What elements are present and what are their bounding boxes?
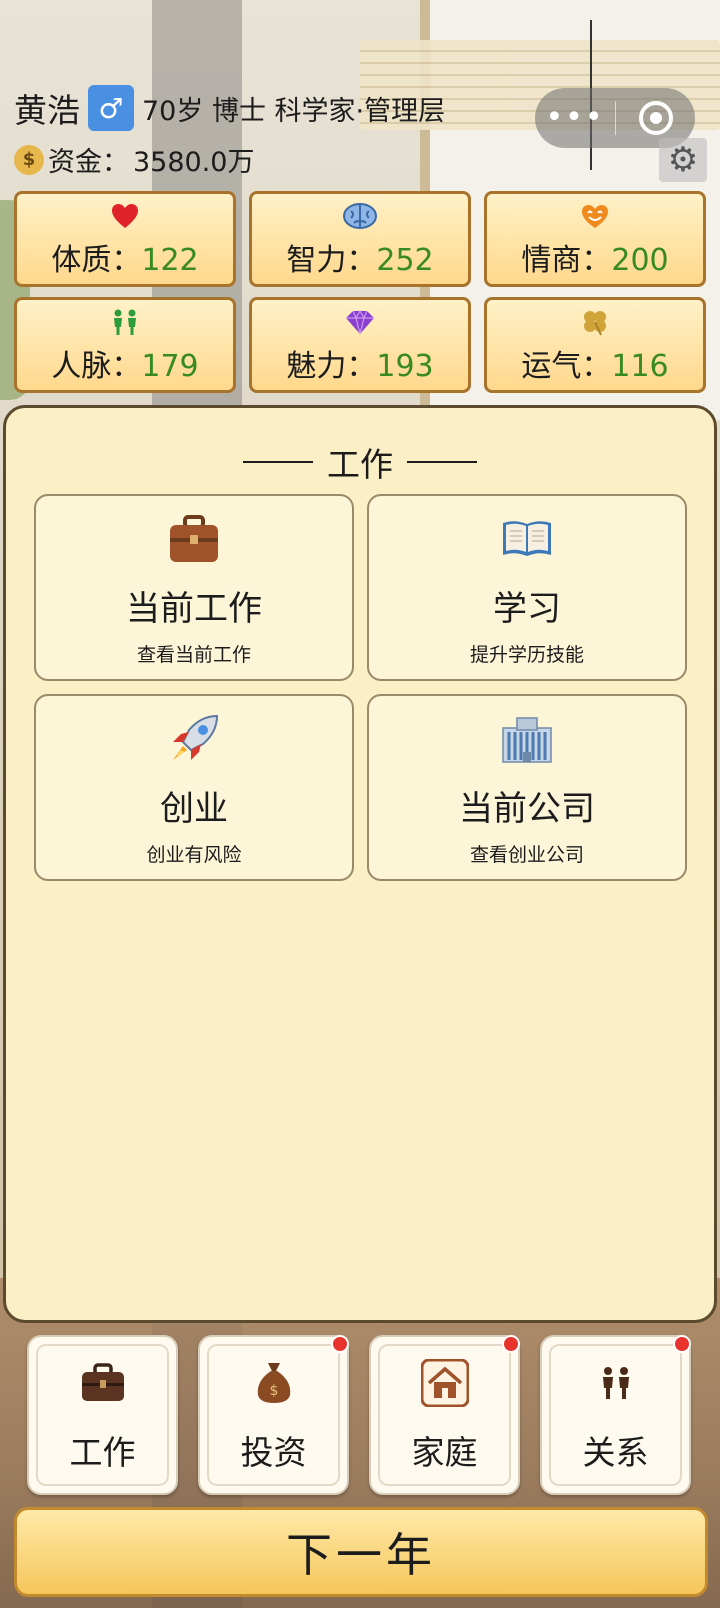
stat-value: 179 — [141, 349, 199, 384]
stat-constitution: 体质：122 — [14, 191, 236, 287]
work-panel: 工作 当前工作 查看当前工作 学习 提升学历技能 创业 创业有风险 当前公司 查… — [3, 405, 717, 1323]
settings-button[interactable]: ⚙ — [659, 138, 707, 182]
stat-value: 122 — [141, 243, 199, 278]
study-card[interactable]: 学习 提升学历技能 — [367, 494, 687, 681]
stats-grid: 体质：122 智力：252 情商：200 人脉：179 魅力：193 运气：11… — [14, 191, 706, 393]
brain-icon — [342, 199, 378, 233]
male-icon: ♂ — [88, 85, 134, 131]
stat-label: 智力： — [286, 243, 377, 278]
clover-icon — [581, 305, 609, 339]
stat-value: 252 — [376, 243, 434, 278]
startup-card[interactable]: 创业 创业有风险 — [34, 694, 354, 881]
card-title: 创业 — [160, 788, 228, 829]
more-menu-button[interactable]: ••• — [535, 88, 615, 148]
nav-label: 工作 — [69, 1433, 136, 1472]
stat-intelligence: 智力：252 — [249, 191, 471, 287]
player-info: 70岁 博士 科学家·管理层 — [142, 95, 446, 127]
stat-label: 情商： — [521, 243, 612, 278]
smile-icon — [580, 199, 610, 233]
card-subtitle: 创业有风险 — [146, 843, 242, 866]
nav-relations-button[interactable]: 关系 — [540, 1335, 691, 1495]
nav-work-button[interactable]: 工作 — [27, 1335, 178, 1495]
current-job-card[interactable]: 当前工作 查看当前工作 — [34, 494, 354, 681]
briefcase-icon — [81, 1356, 125, 1410]
people-icon — [110, 305, 140, 339]
money-bag-icon: $ — [14, 144, 44, 175]
stat-eq: 情商：200 — [484, 191, 706, 287]
stat-label: 运气： — [521, 349, 612, 384]
nav-label: 投资 — [240, 1433, 307, 1472]
title-rule-right — [407, 461, 477, 463]
card-subtitle: 提升学历技能 — [469, 643, 584, 666]
notification-badge — [502, 1335, 520, 1353]
notification-badge — [673, 1335, 691, 1353]
svg-text:$: $ — [269, 1383, 278, 1399]
card-subtitle: 查看创业公司 — [469, 843, 584, 866]
card-title: 当前公司 — [459, 788, 595, 829]
target-icon — [638, 101, 673, 135]
book-icon — [500, 509, 554, 569]
funds-label: 资金： — [48, 147, 129, 178]
current-company-card[interactable]: 当前公司 查看创业公司 — [367, 694, 687, 881]
nav-label: 家庭 — [411, 1433, 478, 1472]
gear-icon: ⚙ — [667, 140, 699, 180]
stat-charm: 魅力：193 — [249, 297, 471, 393]
card-subtitle: 查看当前工作 — [136, 643, 251, 666]
next-year-button[interactable]: 下一年 — [14, 1507, 708, 1597]
player-name: 黄浩 — [14, 91, 80, 130]
nav-family-button[interactable]: 家庭 — [369, 1335, 520, 1495]
nav-label: 关系 — [582, 1433, 649, 1472]
stat-label: 魅力： — [286, 349, 377, 384]
card-title: 学习 — [493, 588, 561, 629]
panel-title-text: 工作 — [327, 445, 393, 484]
house-icon — [420, 1356, 469, 1410]
work-cards: 当前工作 查看当前工作 学习 提升学历技能 创业 创业有风险 当前公司 查看创业… — [34, 494, 687, 881]
stat-label: 人脉： — [51, 349, 142, 384]
card-title: 当前工作 — [126, 588, 262, 629]
bottom-nav: 工作 $ 投资 家庭 关系 — [27, 1335, 691, 1495]
stat-value: 116 — [611, 349, 669, 384]
briefcase-icon — [168, 509, 220, 569]
player-header: 黄浩 ♂ 70岁 博士 科学家·管理层 — [14, 84, 445, 132]
title-rule-left — [243, 461, 313, 463]
stat-value: 193 — [376, 349, 434, 384]
nav-invest-button[interactable]: $ 投资 — [198, 1335, 349, 1495]
office-building-icon — [501, 709, 553, 769]
stat-value: 200 — [611, 243, 669, 278]
heart-icon — [111, 199, 139, 233]
money-bag-icon: $ — [254, 1356, 294, 1410]
people-icon — [598, 1356, 634, 1410]
notification-badge — [331, 1335, 349, 1353]
stat-label: 体质： — [51, 243, 142, 278]
panel-title: 工作 — [6, 438, 714, 486]
gem-icon — [344, 305, 376, 339]
rocket-icon — [167, 709, 221, 769]
stat-connections: 人脉：179 — [14, 297, 236, 393]
close-mini-program-button[interactable] — [616, 101, 695, 135]
stat-luck: 运气：116 — [484, 297, 706, 393]
funds-value: 3580.0万 — [133, 147, 255, 178]
funds-row: $ 资金： 3580.0万 — [14, 140, 254, 179]
